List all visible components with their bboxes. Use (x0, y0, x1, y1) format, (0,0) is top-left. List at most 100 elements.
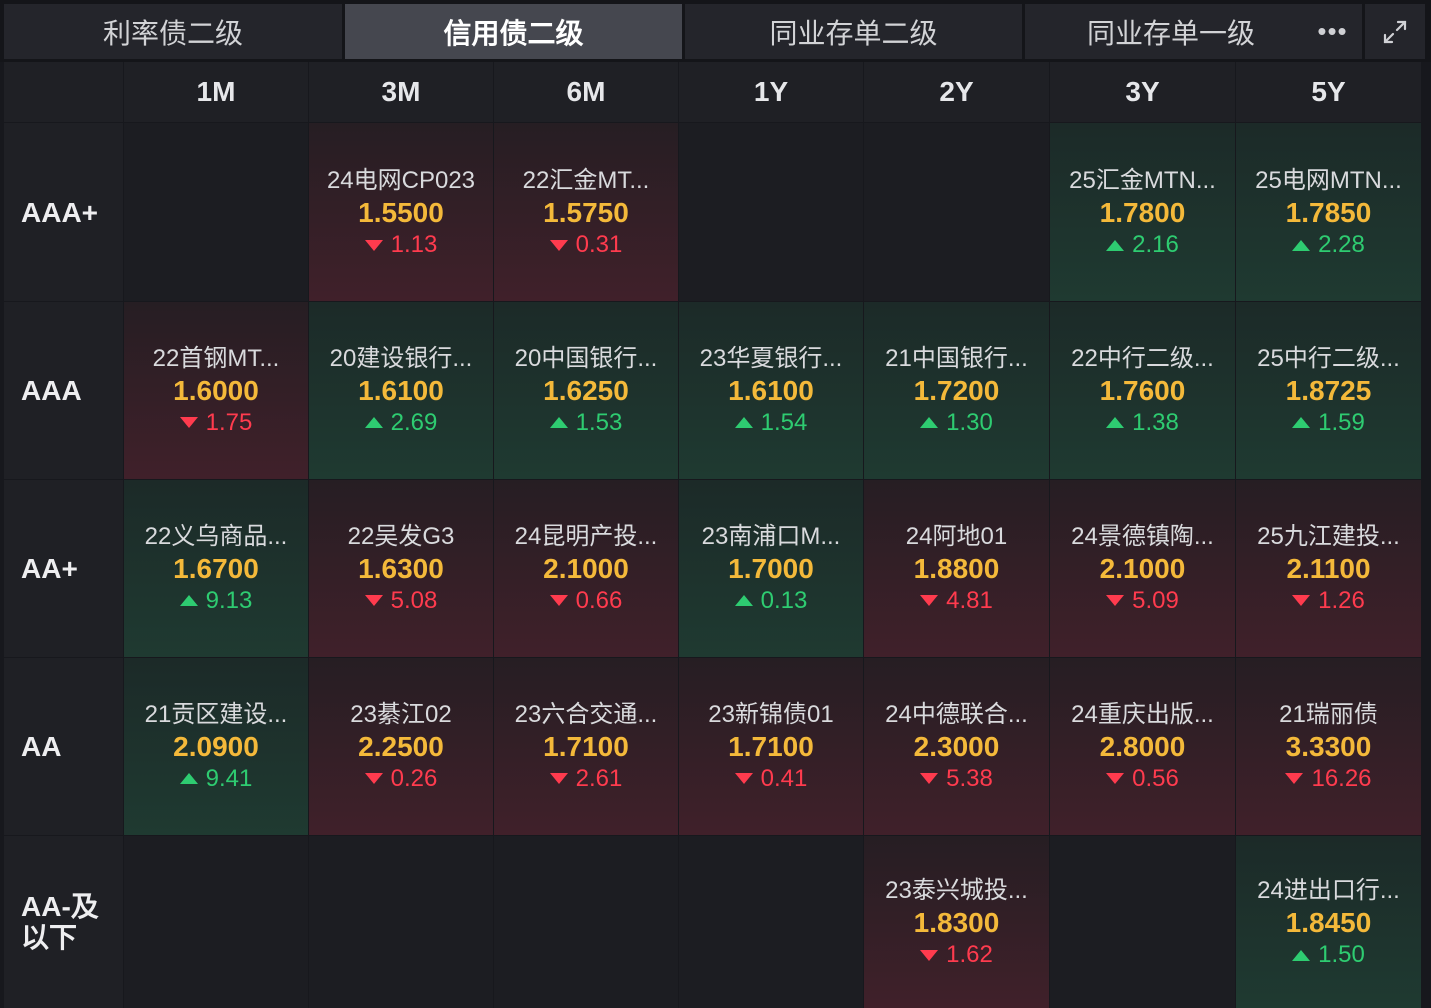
bond-quote-cell[interactable]: 22义乌商品... 1.6700 9.13 (124, 480, 308, 657)
yield-value: 2.1100 (1286, 552, 1371, 584)
bond-quote-cell[interactable]: 22首钢MT... 1.6000 1.75 (124, 302, 308, 479)
triangle-up-icon (1292, 949, 1311, 961)
change-indicator: 2.16 (1106, 230, 1179, 260)
more-tabs-button[interactable]: ••• (1305, 4, 1360, 59)
triangle-down-icon (920, 595, 939, 606)
change-value: 1.62 (946, 941, 993, 968)
change-indicator: 1.53 (549, 408, 623, 438)
change-indicator: 5.09 (1106, 586, 1179, 616)
expand-button[interactable] (1365, 4, 1425, 59)
matrix-corner (4, 62, 123, 122)
bond-quote-cell[interactable]: 24阿地01 1.8800 4.81 (864, 480, 1049, 657)
yield-value: 1.6300 (358, 552, 444, 584)
yield-value: 2.8000 (1099, 730, 1186, 762)
bond-name: 22首钢MT... (152, 344, 280, 372)
bond-quote-cell[interactable]: 23新锦债01 1.7100 0.41 (679, 658, 863, 835)
tab-credit-bond-secondary[interactable]: 信用债二级 (345, 4, 682, 59)
yield-value: 1.6700 (173, 552, 259, 584)
bond-name: 23六合交通... (514, 700, 658, 728)
empty-cell (679, 123, 863, 301)
bond-quote-cell[interactable]: 24电网CP023 1.5500 1.13 (309, 123, 493, 301)
bond-name: 25汇金MTN... (1069, 167, 1216, 194)
change-indicator: 1.13 (364, 230, 438, 260)
bond-quote-cell[interactable]: 24重庆出版... 2.8000 0.56 (1050, 658, 1235, 835)
change-value: 5.08 (390, 586, 438, 614)
bond-quote-cell[interactable]: 25九江建投... 2.1100 1.26 (1236, 480, 1421, 657)
triangle-up-icon (179, 595, 198, 606)
column-header-1m: 1M (124, 62, 308, 122)
bond-name: 24电网CP023 (326, 167, 476, 194)
bond-quote-cell[interactable]: 21瑞丽债 3.3300 16.26 (1236, 658, 1421, 835)
change-value: 1.13 (390, 231, 438, 258)
bond-name: 24阿地01 (905, 522, 1008, 550)
bond-quote-cell[interactable]: 22中行二级... 1.7600 1.38 (1050, 302, 1235, 479)
bond-name: 22义乌商品... (144, 522, 288, 550)
bond-name: 22汇金MT... (522, 167, 650, 194)
column-header-5y: 5Y (1236, 62, 1421, 122)
bond-name: 24进出口行... (1257, 877, 1400, 904)
bond-quote-cell[interactable]: 23六合交通... 1.7100 2.61 (494, 658, 678, 835)
bond-quote-cell[interactable]: 22吴发G3 1.6300 5.08 (309, 480, 493, 657)
change-value: 1.53 (575, 408, 623, 436)
bond-quote-cell[interactable]: 24景德镇陶... 2.1000 5.09 (1050, 480, 1235, 657)
change-value: 9.41 (205, 764, 253, 792)
column-header-1y: 1Y (679, 62, 863, 122)
bond-quote-cell[interactable]: 21贡区建设... 2.0900 9.41 (124, 658, 308, 835)
change-value: 1.54 (760, 408, 808, 436)
change-indicator: 0.31 (549, 230, 623, 260)
yield-value: 1.7100 (728, 730, 814, 762)
bond-quote-cell[interactable]: 24昆明产投... 2.1000 0.66 (494, 480, 678, 657)
change-value: 1.38 (1132, 408, 1179, 436)
change-value: 5.38 (946, 764, 993, 792)
bond-name: 25中行二级... (1257, 344, 1400, 372)
bond-quote-cell[interactable]: 25电网MTN... 1.7850 2.28 (1236, 123, 1421, 301)
empty-cell (124, 123, 308, 301)
triangle-down-icon (1106, 773, 1125, 784)
bond-quote-cell[interactable]: 21中国银行... 1.7200 1.30 (864, 302, 1049, 479)
change-indicator: 2.69 (364, 408, 437, 438)
bond-quote-cell[interactable]: 24进出口行... 1.8450 1.50 (1236, 836, 1421, 1008)
bond-quote-cell[interactable]: 25汇金MTN... 1.7800 2.16 (1050, 123, 1235, 301)
row-label-text: AA-及以下 (21, 891, 99, 953)
bond-name: 24昆明产投... (514, 522, 658, 550)
triangle-down-icon (920, 949, 939, 961)
yield-value: 1.8800 (913, 552, 1000, 584)
bond-quote-cell[interactable]: 25中行二级... 1.8725 1.59 (1236, 302, 1421, 479)
bond-name: 23华夏银行... (699, 344, 843, 372)
bond-quote-cell[interactable]: 23綦江02 2.2500 0.26 (309, 658, 493, 835)
bond-quote-cell[interactable]: 23华夏银行... 1.6100 1.54 (679, 302, 863, 479)
yield-value: 1.7100 (543, 730, 629, 762)
bond-name: 21瑞丽债 (1279, 700, 1378, 728)
bond-name: 20建设银行... (329, 344, 473, 372)
bond-quote-cell[interactable]: 22汇金MT... 1.5750 0.31 (494, 123, 678, 301)
change-indicator: 1.50 (1292, 940, 1365, 970)
bond-name: 23新锦债01 (708, 700, 834, 728)
column-header-3m: 3M (309, 62, 493, 122)
yield-value: 1.6250 (543, 374, 629, 406)
change-indicator: 0.66 (549, 586, 622, 616)
bond-name: 24景德镇陶... (1071, 522, 1214, 550)
change-value: 0.31 (575, 231, 623, 258)
bond-quote-cell[interactable]: 20建设银行... 1.6100 2.69 (309, 302, 493, 479)
tab-ncd-secondary[interactable]: 同业存单二级 (685, 4, 1022, 59)
change-indicator: 1.30 (920, 408, 993, 438)
empty-cell (679, 836, 863, 1008)
ellipsis-icon: ••• (1317, 16, 1348, 46)
bond-name: 20中国银行... (514, 344, 658, 372)
tab-rate-bond-secondary[interactable]: 利率债二级 (4, 4, 342, 59)
bond-quote-cell[interactable]: 23南浦口M... 1.7000 0.13 (679, 480, 863, 657)
bond-quote-cell[interactable]: 24中德联合... 2.3000 5.38 (864, 658, 1049, 835)
triangle-down-icon (549, 595, 568, 606)
change-indicator: 16.26 (1285, 764, 1372, 794)
bond-quote-cell[interactable]: 23泰兴城投... 1.8300 1.62 (864, 836, 1049, 1008)
change-value: 1.75 (205, 408, 253, 436)
row-label: AA+ (4, 480, 123, 657)
row-label: AA-及以下 (4, 836, 123, 1008)
yield-value: 1.7600 (1099, 374, 1186, 406)
bond-quote-cell[interactable]: 20中国银行... 1.6250 1.53 (494, 302, 678, 479)
yield-value: 1.8450 (1285, 907, 1372, 938)
yield-value: 1.8300 (913, 907, 1000, 938)
triangle-up-icon (1106, 239, 1125, 251)
change-indicator: 0.41 (734, 764, 807, 794)
change-indicator: 9.13 (179, 586, 252, 616)
